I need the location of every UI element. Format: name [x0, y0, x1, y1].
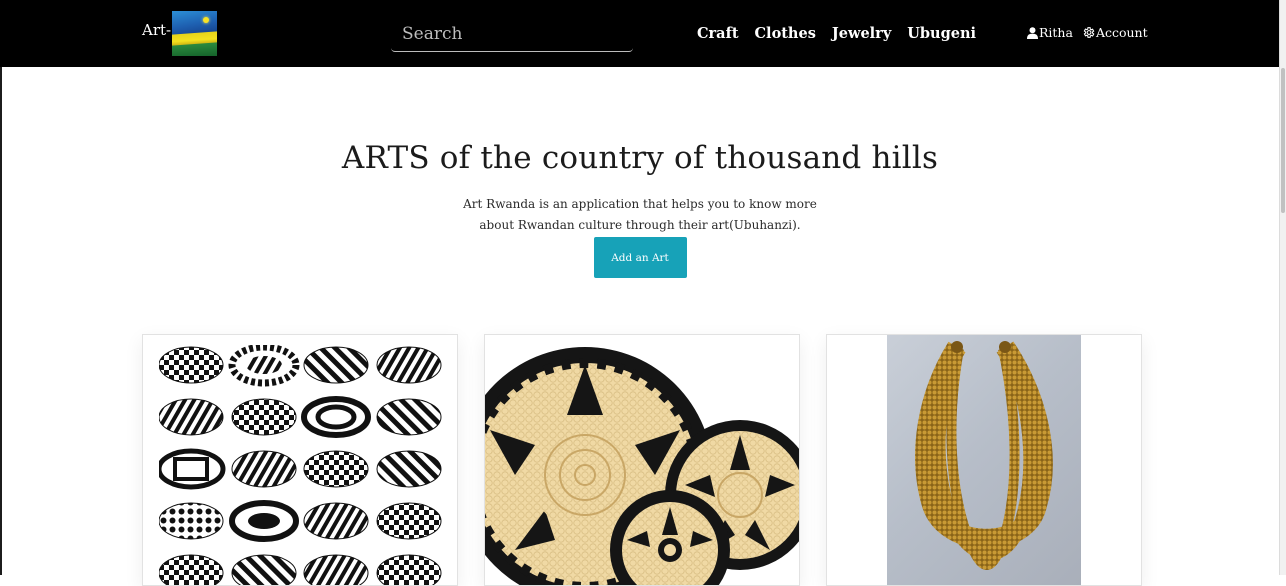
navbar: Art- Craft Clothes Jewelry Ubugeni Ritha… [0, 0, 1280, 67]
brand-text: Art- [142, 21, 172, 39]
nav-link-ubugeni[interactable]: Ubugeni [907, 25, 976, 42]
account-link[interactable]: Account [1082, 25, 1148, 40]
user-area: Ritha Account [1027, 25, 1157, 40]
page-scrollbar[interactable] [1279, 0, 1286, 575]
account-label: Account [1095, 25, 1148, 40]
basket-image [485, 347, 799, 585]
nav-link-clothes[interactable]: Clothes [755, 25, 816, 42]
necklace-image [887, 335, 1081, 585]
search-input[interactable] [391, 16, 633, 51]
search-box [391, 16, 633, 52]
art-card-necklace[interactable] [826, 334, 1142, 586]
hero-description: Art Rwanda is an application that helps … [463, 197, 817, 232]
hero-title: ARTS of the country of thousand hills [341, 140, 939, 176]
nav-links: Craft Clothes Jewelry Ubugeni [689, 25, 984, 42]
rwanda-flag-icon [172, 11, 218, 56]
art-card-baskets[interactable] [484, 334, 800, 586]
add-art-button[interactable]: Add an Art [593, 237, 687, 278]
brand-logo[interactable]: Art- [142, 11, 218, 56]
user-icon [1027, 26, 1038, 39]
optical-illusion-image [159, 345, 442, 585]
necklace-icon [915, 341, 1053, 570]
hero-section: ARTS of the country of thousand hills Ar… [0, 140, 1280, 278]
user-name: Ritha [1039, 25, 1073, 40]
nav-link-jewelry[interactable]: Jewelry [832, 25, 891, 42]
window-edge [0, 0, 2, 575]
nav-link-craft[interactable]: Craft [697, 25, 739, 42]
user-profile-link[interactable]: Ritha [1027, 25, 1073, 40]
art-card-illusions[interactable] [142, 334, 458, 586]
scrollbar-thumb[interactable] [1281, 68, 1285, 213]
gear-icon [1083, 27, 1095, 38]
